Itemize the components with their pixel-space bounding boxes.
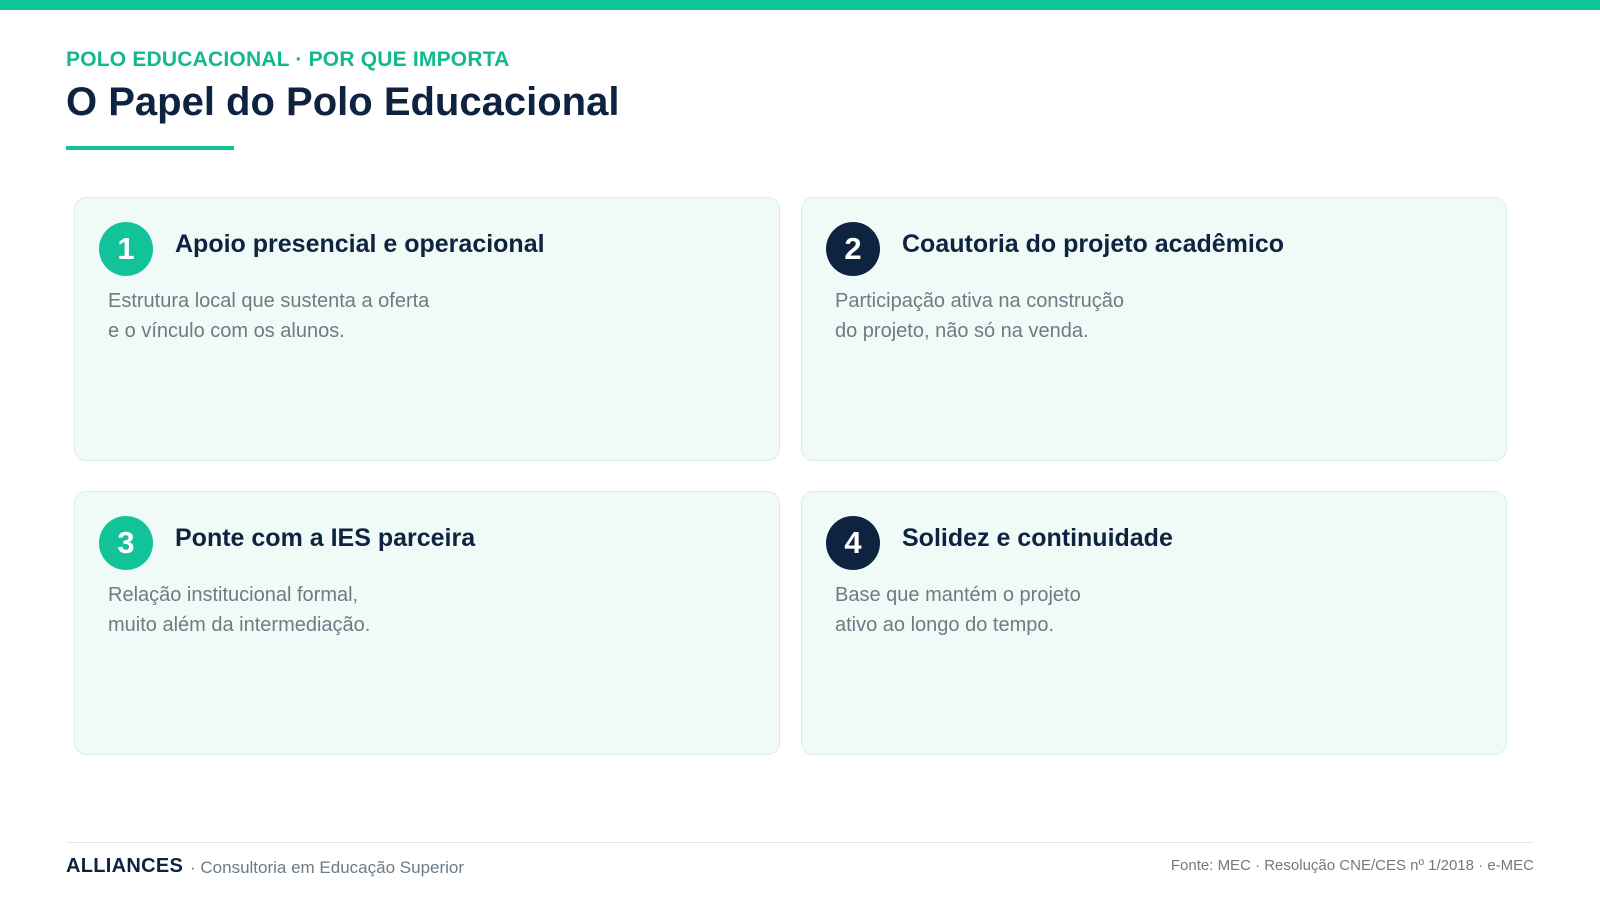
card-solidez: 4 Solidez e continuidade Base que mantém… (801, 491, 1507, 755)
number-badge: 4 (826, 516, 880, 570)
card-description-line: do projeto, não só na venda. (835, 320, 1089, 342)
footer-divider (66, 842, 1534, 843)
card-description: Relação institucional formal, muito além… (108, 580, 370, 640)
section-eyebrow: POLO EDUCACIONAL · POR QUE IMPORTA (66, 48, 510, 71)
card-description-line: Base que mantém o projeto (835, 584, 1081, 606)
card-title: Solidez e continuidade (902, 524, 1173, 552)
brand-logo-text: ALLIANCES (66, 855, 184, 877)
card-title: Ponte com a IES parceira (175, 524, 476, 552)
card-description-line: Estrutura local que sustenta a oferta (108, 290, 430, 312)
title-underline (66, 146, 234, 150)
card-title: Coautoria do projeto acadêmico (902, 230, 1285, 258)
card-description: Base que mantém o projeto ativo ao longo… (835, 580, 1081, 640)
card-description-line: Relação institucional formal, (108, 584, 359, 606)
card-coautoria: 2 Coautoria do projeto acadêmico Partici… (801, 197, 1507, 461)
card-title: Apoio presencial e operacional (175, 230, 545, 258)
page-title: O Papel do Polo Educacional (66, 80, 620, 124)
brand-tagline: · Consultoria em Educação Superior (190, 858, 465, 877)
card-description-line: muito além da intermediação. (108, 614, 371, 636)
card-description-line: Participação ativa na construção (835, 290, 1125, 312)
card-apoio-presencial: 1 Apoio presencial e operacional Estrutu… (74, 197, 780, 461)
number-badge: 2 (826, 222, 880, 276)
card-ponte-ies: 3 Ponte com a IES parceira Relação insti… (74, 491, 780, 755)
card-description: Estrutura local que sustenta a oferta e … (108, 286, 429, 346)
source-citation: Fonte: MEC · Resolução CNE/CES nº 1/2018… (1170, 857, 1534, 874)
number-badge: 3 (99, 516, 153, 570)
card-description: Participação ativa na construção do proj… (835, 286, 1124, 346)
top-accent-bar (0, 0, 1600, 10)
number-badge: 1 (99, 222, 153, 276)
card-description-line: ativo ao longo do tempo. (835, 614, 1055, 636)
card-description-line: e o vínculo com os alunos. (108, 320, 345, 342)
